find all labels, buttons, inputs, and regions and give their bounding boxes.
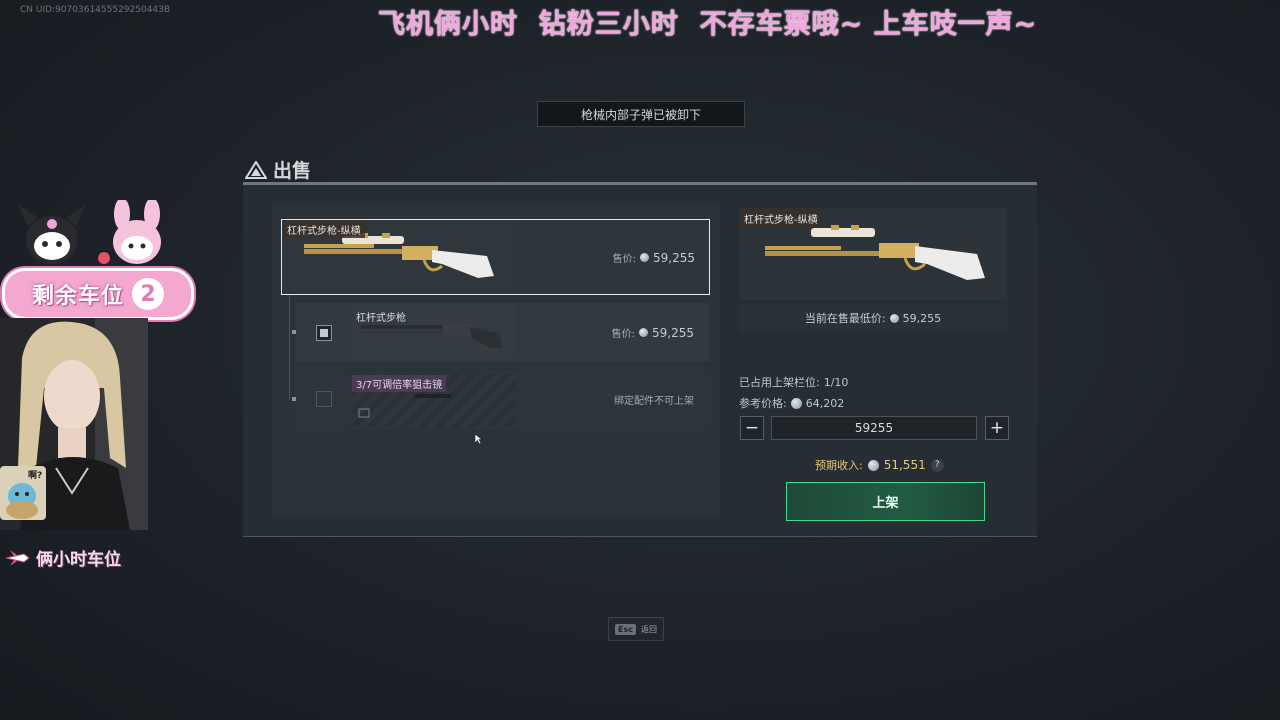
item-row[interactable]: 杠杆式步枪 售价: 59,255 xyxy=(296,303,710,362)
mouse-cursor-icon xyxy=(475,434,483,444)
item-row-selected[interactable]: 杠杆式步枪-纵横 售价: 59,255 xyxy=(281,219,710,295)
listing-slots: 已占用上架栏位: 1/10 xyxy=(739,374,848,390)
sell-title: 出售 xyxy=(273,160,312,182)
notice-toast: 枪械内部子弹已被卸下 xyxy=(537,101,745,127)
coin-icon xyxy=(867,459,879,471)
ref-price-label: 参考价格: xyxy=(739,397,787,410)
stream-banner: 飞机俩小时 钻粉三小时 不存车票哦~ 上车吱一声~ xyxy=(378,9,1038,40)
coin-icon xyxy=(790,397,802,409)
help-icon[interactable]: ? xyxy=(930,458,944,472)
price-value: 59,255 xyxy=(652,325,694,340)
coin-icon xyxy=(640,253,649,262)
back-label: 返回 xyxy=(640,624,657,634)
list-item-button[interactable]: 上架 xyxy=(786,482,985,521)
decrease-price-button[interactable]: − xyxy=(740,416,764,440)
income-value: 51,551 xyxy=(883,458,926,472)
esc-key: Esc xyxy=(615,623,636,635)
lowest-price-label: 当前在售最低价: xyxy=(804,312,886,325)
plane-slots-label: 俩小时车位 xyxy=(4,545,121,570)
item-price: 售价: 59,255 xyxy=(612,250,695,266)
sticker-text: 啊? xyxy=(28,471,43,481)
reference-price: 参考价格: 64,202 xyxy=(739,395,844,411)
checkbox-check xyxy=(320,329,328,337)
back-button[interactable]: Esc 返回 xyxy=(608,617,664,641)
remaining-slots-label: 剩余车位 xyxy=(31,284,124,309)
plane-text: 俩小时车位 xyxy=(36,550,121,570)
item-price: 售价: 59,255 xyxy=(611,325,694,341)
price-input[interactable] xyxy=(771,416,977,440)
sell-header: 出售 xyxy=(245,156,311,183)
remaining-slots-count: 2 xyxy=(132,278,164,310)
uid-label: CN UID:9070361455529250443B xyxy=(20,5,171,15)
slots-label: 已占用上架栏位: xyxy=(739,376,820,389)
item-name-tag: 杠杆式步枪-纵横 xyxy=(283,221,365,238)
coin-icon xyxy=(639,328,648,337)
detail-name-tag: 杠杆式步枪-纵横 xyxy=(740,210,822,227)
increase-price-button[interactable]: + xyxy=(985,416,1009,440)
item-name: 杠杆式步枪 xyxy=(356,313,406,324)
price-value: 59,255 xyxy=(653,250,695,265)
airplane-icon xyxy=(5,549,30,566)
slots-value: 1/10 xyxy=(823,375,849,389)
item-checkbox[interactable] xyxy=(316,325,332,341)
warning-triangle-icon xyxy=(245,160,267,179)
item-name-tag: 3/7可调倍率狙击镜 xyxy=(352,375,447,392)
income-label: 预期收入: xyxy=(815,459,863,472)
item-checkbox[interactable] xyxy=(316,391,332,407)
coin-icon xyxy=(889,313,899,323)
kuromi-melody-sticker xyxy=(18,200,161,264)
price-label: 售价: xyxy=(611,329,635,340)
price-label: 售价: xyxy=(612,254,636,265)
squirtle-sticker: 啊? xyxy=(0,466,46,520)
item-status: 绑定配件不可上架 xyxy=(614,396,694,407)
item-row-disabled[interactable]: 3/7可调倍率狙击镜 绑定配件不可上架 xyxy=(296,370,710,430)
lowest-price-row: 当前在售最低价: 59,255 xyxy=(739,304,1007,332)
tree-connector xyxy=(289,294,290,400)
lowest-price-value: 59,255 xyxy=(902,311,942,325)
remaining-slots-badge: 剩余车位 2 xyxy=(2,268,194,320)
ref-price-value: 64,202 xyxy=(805,396,845,410)
expected-income: 预期收入: 51,551 ? xyxy=(815,457,944,473)
